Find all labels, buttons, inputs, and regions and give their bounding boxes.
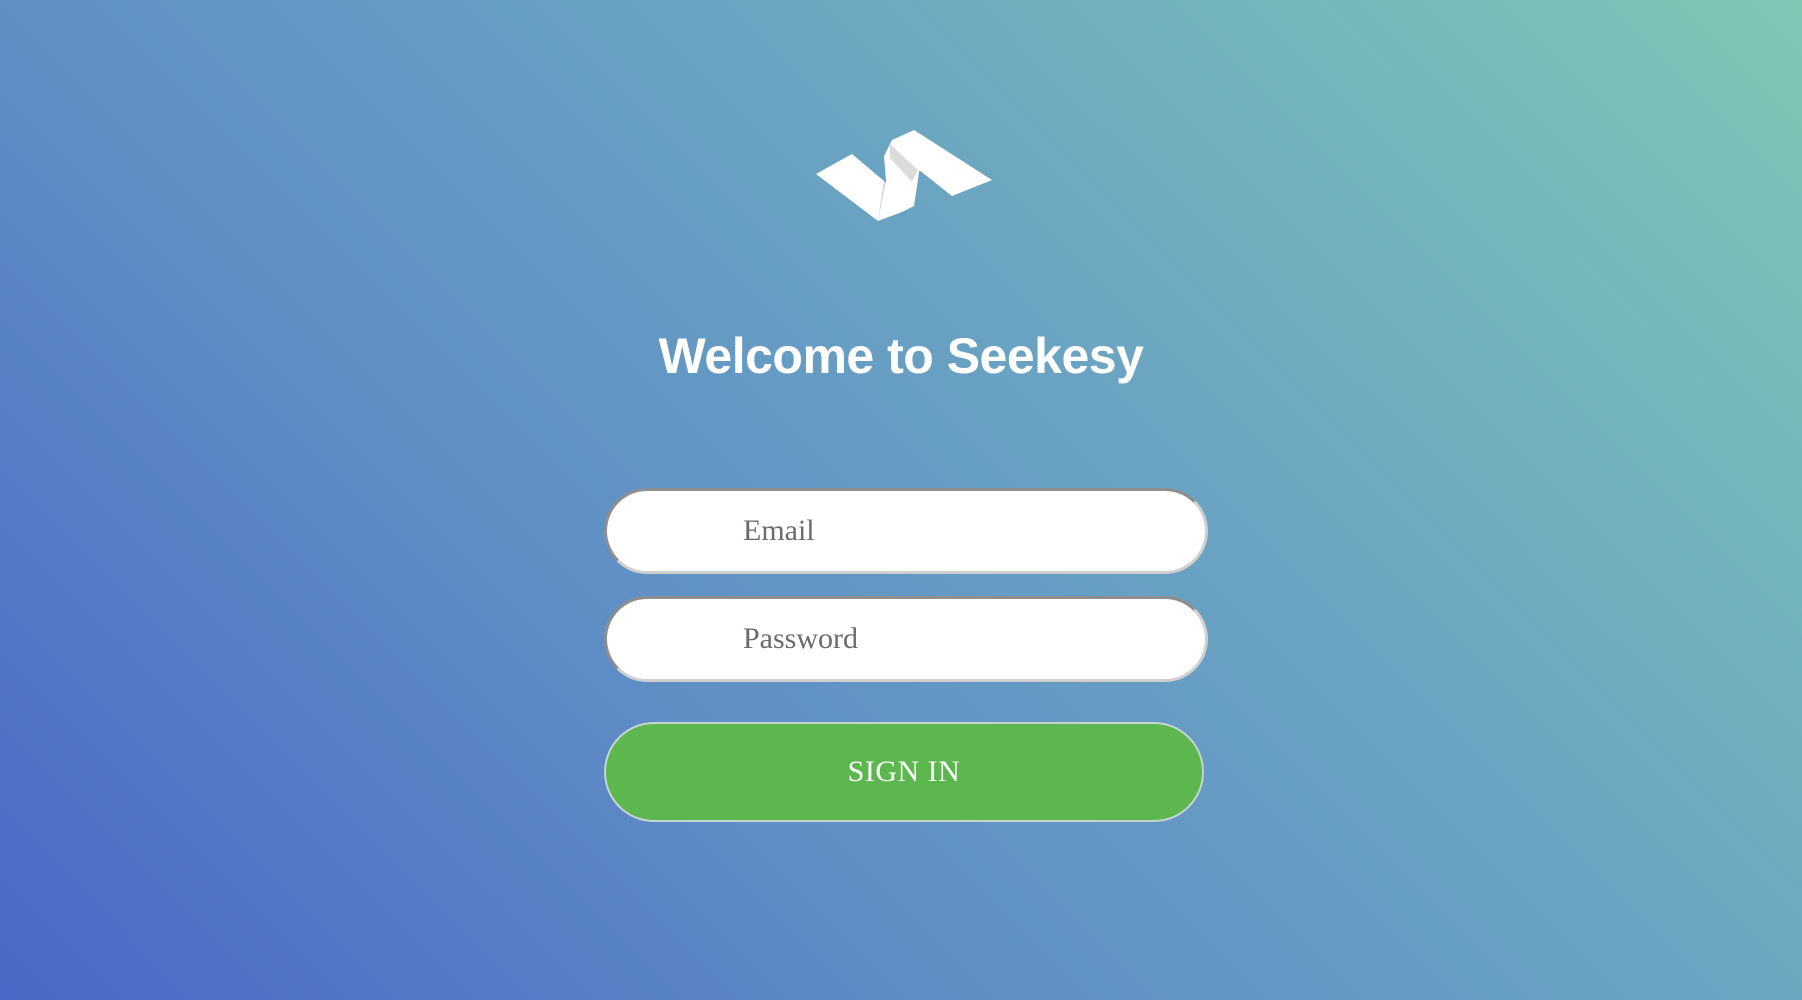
password-input[interactable] [607, 599, 1205, 679]
email-field-wrapper [604, 488, 1208, 574]
email-input[interactable] [607, 491, 1205, 571]
sign-in-button[interactable]: SIGN IN [604, 722, 1204, 822]
page-title: Welcome to Seekesy [658, 328, 1144, 384]
password-field-wrapper [604, 596, 1208, 682]
seekesy-logo-icon [814, 126, 994, 228]
